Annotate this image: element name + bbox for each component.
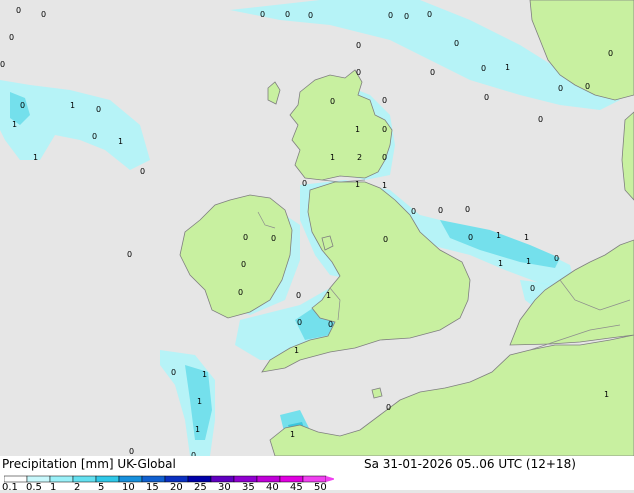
- legend-footer: Precipitation [mm] UK-Global Sa 31-01-20…: [0, 456, 634, 493]
- precip-value-label: 0: [558, 84, 563, 93]
- precip-value-label: 0: [238, 288, 243, 297]
- scale-tick-label: 2: [74, 482, 81, 493]
- scale-tick-label: 40: [266, 482, 279, 493]
- scale-tick-label: 15: [146, 482, 159, 493]
- precip-value-label: 0: [554, 254, 559, 263]
- scale-tick-label: 20: [170, 482, 183, 493]
- precip-value-label: 0: [585, 82, 590, 91]
- variable-title: Precipitation [mm]: [2, 457, 114, 471]
- precip-value-label: 0: [96, 105, 101, 114]
- scale-tick-label: 0.5: [26, 482, 42, 493]
- scale-tick-label: 25: [194, 482, 207, 493]
- precip-value-label: 0: [438, 206, 443, 215]
- precip-value-label: 0: [9, 33, 14, 42]
- precip-value-label: 1: [118, 137, 123, 146]
- scale-tick-label: 35: [242, 482, 255, 493]
- precip-value-label: 0: [484, 93, 489, 102]
- precip-value-label: 1: [202, 370, 207, 379]
- precip-value-label: 0: [127, 250, 132, 259]
- precip-value-label: 0: [481, 64, 486, 73]
- precip-value-label: 0: [427, 10, 432, 19]
- precip-value-label: 1: [197, 397, 202, 406]
- precip-value-label: 0: [92, 132, 97, 141]
- precipitation-map: 0 0 0 0 0 0 0 0 0 0 0 0 0 0 0 1 0 0 0 0 0 0 0 0 1 0 1 0 1 1 0 1 0 1 2 0 0 1 1 0…: [0, 0, 634, 456]
- scale-tick-label: 1: [50, 482, 57, 493]
- precip-value-label: 0: [241, 260, 246, 269]
- precip-value-label: 0: [41, 10, 46, 19]
- precip-value-label: 0: [16, 6, 21, 15]
- precip-value-label: 0: [411, 207, 416, 216]
- precip-value-label: 1: [330, 153, 335, 162]
- precip-value-label: 1: [524, 233, 529, 242]
- precip-value-label: 0: [430, 68, 435, 77]
- precip-value-label: 0: [302, 179, 307, 188]
- precip-value-label: 1: [70, 101, 75, 110]
- precip-value-label: 0: [260, 10, 265, 19]
- precip-value-label: 0: [0, 60, 5, 69]
- precip-value-label: 0: [140, 167, 145, 176]
- precip-value-label: 1: [498, 259, 503, 268]
- precip-value-label: 0: [383, 235, 388, 244]
- precip-value-label: 1: [294, 346, 299, 355]
- precip-value-label: 0: [386, 403, 391, 412]
- precip-value-label: 0: [538, 115, 543, 124]
- precip-value-label: 0: [454, 39, 459, 48]
- scale-arrow: [326, 476, 334, 482]
- valid-time: Sa 31-01-2026 05..06 UTC (12+18): [364, 457, 576, 471]
- precip-value-label: 0: [356, 41, 361, 50]
- precip-value-label: 1: [505, 63, 510, 72]
- legend-title: Precipitation [mm] UK-Global: [2, 457, 176, 471]
- scale-tick-label: 0.1: [2, 482, 18, 493]
- precip-value-label: 0: [20, 101, 25, 110]
- precip-value-label: 0: [468, 233, 473, 242]
- precip-value-label: 0: [608, 49, 613, 58]
- scale-tick-label: 50: [314, 482, 327, 493]
- precip-value-label: 1: [355, 180, 360, 189]
- precip-value-label: 1: [33, 153, 38, 162]
- scale-tick-label: 30: [218, 482, 231, 493]
- precip-value-label: 0: [328, 320, 333, 329]
- precip-value-label: 0: [297, 318, 302, 327]
- precip-value-label: 0: [271, 234, 276, 243]
- precip-value-label: 0: [285, 10, 290, 19]
- precip-value-label: 0: [243, 233, 248, 242]
- precip-value-label: 0: [465, 205, 470, 214]
- precip-value-label: 1: [604, 390, 609, 399]
- scale-tick-label: 10: [122, 482, 135, 493]
- precip-value-label: 1: [355, 125, 360, 134]
- channel-islands-land: [371, 387, 383, 399]
- precip-value-label: 1: [526, 257, 531, 266]
- precip-value-label: 1: [496, 231, 501, 240]
- model-name: UK-Global: [117, 457, 176, 471]
- precip-value-label: 0: [171, 368, 176, 377]
- precip-value-label: 1: [12, 120, 17, 129]
- precip-value-label: 1: [290, 430, 295, 439]
- scale-tick-label: 45: [290, 482, 303, 493]
- scale-tick-label: 5: [98, 482, 105, 493]
- precip-value-label: 0: [129, 447, 134, 456]
- precip-value-label: 0: [330, 97, 335, 106]
- precip-value-label: 0: [356, 68, 361, 77]
- precip-value-label: 0: [382, 153, 387, 162]
- precip-value-label: 0: [388, 11, 393, 20]
- precip-value-label: 0: [404, 12, 409, 21]
- precip-value-label: 1: [326, 291, 331, 300]
- precip-value-label: 0: [308, 11, 313, 20]
- precip-value-label: 1: [195, 425, 200, 434]
- precip-value-label: 0: [382, 96, 387, 105]
- precip-value-label: 2: [357, 153, 362, 162]
- precip-value-label: 0: [296, 291, 301, 300]
- precip-value-label: 0: [382, 125, 387, 134]
- precip-value-label: 0: [530, 284, 535, 293]
- precip-value-label: 1: [382, 181, 387, 190]
